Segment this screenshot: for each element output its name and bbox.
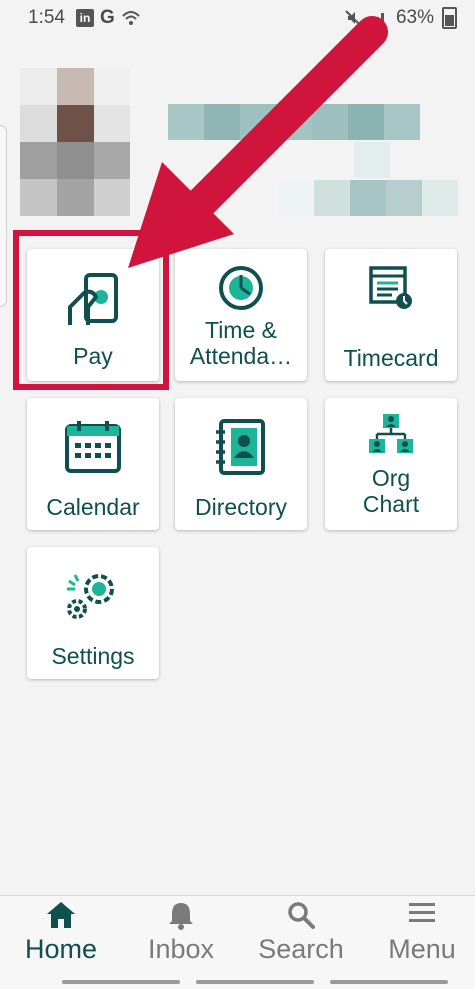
pay-highlight-box <box>13 230 169 390</box>
hamburger-icon <box>363 900 475 926</box>
gesture-bar-right <box>330 980 448 984</box>
search-icon <box>242 900 360 930</box>
status-time: 1:54 <box>28 7 65 28</box>
directory-tile[interactable]: Directory <box>175 398 307 530</box>
avatar <box>20 68 130 216</box>
home-icon <box>2 900 120 930</box>
gesture-bar-center <box>196 980 314 984</box>
battery-percent: 63% <box>395 7 434 28</box>
side-panel-handle[interactable] <box>0 125 7 307</box>
settings-tile[interactable]: Settings <box>27 547 159 679</box>
org-chart-label: Org Chart <box>362 465 420 517</box>
nav-inbox[interactable]: Inbox <box>122 896 240 976</box>
org-chart-tile[interactable]: Org Chart <box>325 398 457 530</box>
profile-info-blurred <box>168 104 458 216</box>
linkedin-icon: in <box>76 9 94 27</box>
battery-icon <box>442 7 457 29</box>
nav-menu-label: Menu <box>388 934 456 964</box>
time-attendance-tile[interactable]: Time & Attenda… <box>175 249 307 381</box>
address-book-icon <box>175 418 307 476</box>
timecard-tile[interactable]: Timecard <box>325 249 457 381</box>
nav-home[interactable]: Home <box>2 896 120 976</box>
google-icon: G <box>100 7 115 28</box>
directory-label: Directory <box>194 494 287 520</box>
settings-label: Settings <box>51 643 135 669</box>
gears-icon <box>27 567 159 623</box>
timecard-icon <box>325 265 457 311</box>
calendar-tile[interactable]: Calendar <box>27 398 159 530</box>
nav-inbox-label: Inbox <box>147 934 215 964</box>
clock-icon <box>175 263 307 313</box>
mute-icon <box>345 10 361 26</box>
calendar-label: Calendar <box>46 494 140 520</box>
nav-home-label: Home <box>24 934 98 964</box>
signal-icon <box>370 13 384 26</box>
wifi-icon <box>122 11 140 25</box>
status-icons-right: 63% <box>344 7 457 29</box>
status-icons-left: in G <box>76 7 141 29</box>
nav-menu[interactable]: Menu <box>363 896 475 976</box>
gesture-bar-left <box>62 980 180 984</box>
org-chart-icon <box>325 412 457 456</box>
nav-search[interactable]: Search <box>242 896 360 976</box>
calendar-icon <box>27 420 159 474</box>
status-bar: 1:54 in G 63% <box>0 0 475 36</box>
bottom-navigation: Home Inbox Search Menu <box>0 895 475 989</box>
bell-icon <box>122 900 240 930</box>
time-attendance-label: Time & Attenda… <box>189 317 293 369</box>
timecard-label: Timecard <box>343 345 439 371</box>
nav-search-label: Search <box>258 934 344 964</box>
